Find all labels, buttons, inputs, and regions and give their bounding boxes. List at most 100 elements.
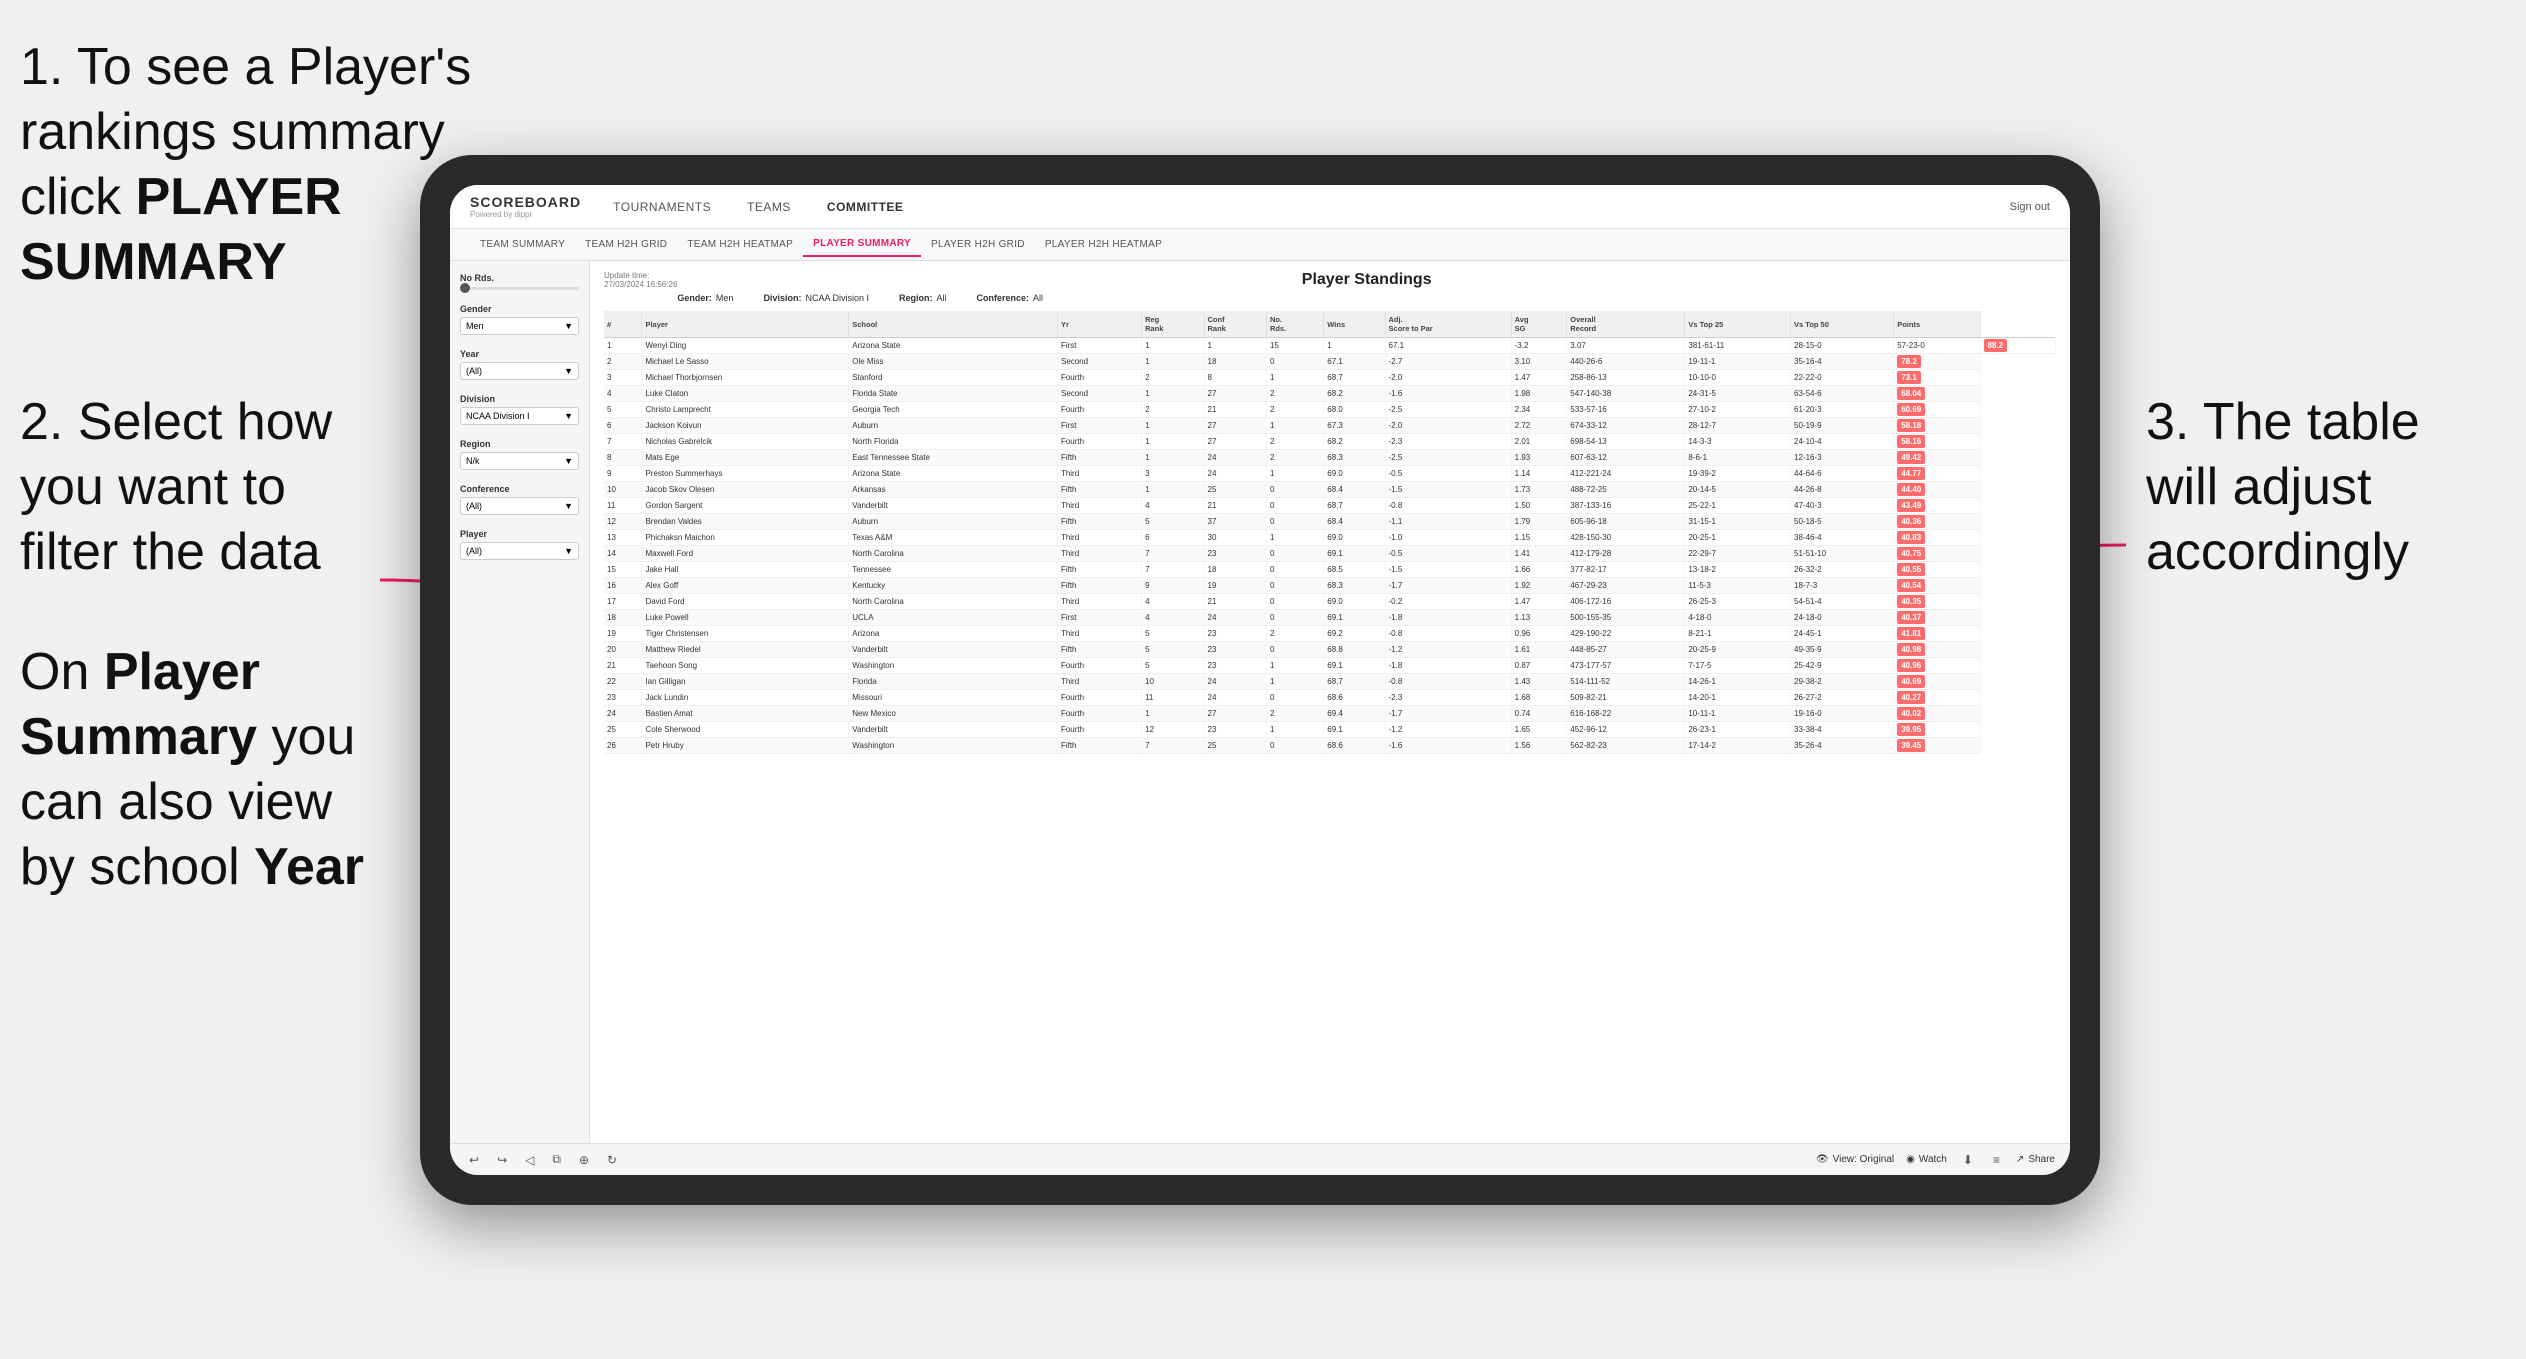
settings-button[interactable]: ≡ xyxy=(1989,1151,2004,1169)
gender-select[interactable]: Men ▼ xyxy=(460,317,579,335)
filter-row: Gender: Men Division: NCAA Division I Re… xyxy=(677,293,2056,303)
conference-filter-value: All xyxy=(1033,293,1043,303)
region-filter-label: Region: xyxy=(899,293,933,303)
col-adj-score: Adj.Score to Par xyxy=(1385,311,1511,338)
share-button[interactable]: ↗ Share xyxy=(2016,1154,2055,1165)
division-filter-value: NCAA Division I xyxy=(805,293,869,303)
back-button[interactable]: ◁ xyxy=(521,1151,538,1169)
table-row: 12Brendan ValdesAuburnFifth537068.4-1.11… xyxy=(604,514,2056,530)
table-row: 13Phichaksn MaichonTexas A&MThird630169.… xyxy=(604,530,2056,546)
col-rank: # xyxy=(604,311,642,338)
no-rds-section: No Rds. xyxy=(460,273,579,290)
col-yr: Yr xyxy=(1057,311,1141,338)
conference-select[interactable]: (All) ▼ xyxy=(460,497,579,515)
dropdown-arrow-division-icon: ▼ xyxy=(564,411,573,421)
table-row: 26Petr HrubyWashingtonFifth725068.6-1.61… xyxy=(604,738,2056,754)
col-reg-rank: RegRank xyxy=(1142,311,1204,338)
view-original-button[interactable]: 👁 View: Original xyxy=(1816,1154,1894,1165)
no-rds-label: No Rds. xyxy=(460,273,579,283)
col-overall: OverallRecord xyxy=(1567,311,1685,338)
instruction-step2: 2. Select how you want to filter the dat… xyxy=(20,390,380,585)
update-date: 27/03/2024 16:56:26 xyxy=(604,280,677,289)
download-button[interactable]: ⬇ xyxy=(1959,1151,1977,1169)
sub-nav-player-summary[interactable]: PLAYER SUMMARY xyxy=(803,232,921,257)
table-header-section: Update time: 27/03/2024 16:56:26 Player … xyxy=(604,271,2056,303)
nav-tournaments[interactable]: TOURNAMENTS xyxy=(605,196,719,218)
col-points: Points xyxy=(1894,311,1980,338)
sub-nav-team-h2h-grid[interactable]: TEAM H2H GRID xyxy=(575,233,677,256)
filter-panel: No Rds. Gender Men ▼ Year xyxy=(450,261,590,1143)
region-select[interactable]: N/k ▼ xyxy=(460,452,579,470)
conference-section: Conference (All) ▼ xyxy=(460,484,579,515)
nav-committee[interactable]: COMMITTEE xyxy=(819,196,912,218)
toolbar-right: 👁 View: Original ◉ Watch ⬇ ≡ ↗ Share xyxy=(1816,1151,2055,1169)
share-icon: ↗ xyxy=(2016,1154,2024,1165)
table-row: 17David FordNorth CarolinaThird421069.0-… xyxy=(604,594,2056,610)
app-header: SCOREBOARD Powered by dippi TOURNAMENTS … xyxy=(450,185,2070,229)
conference-label: Conference xyxy=(460,484,579,494)
share-label: Share xyxy=(2028,1154,2055,1165)
col-wins: Wins xyxy=(1324,311,1385,338)
player-standings-table: # Player School Yr RegRank ConfRank No.R… xyxy=(604,311,2056,754)
table-row: 2Michael Le SassoOle MissSecond118067.1-… xyxy=(604,354,2056,370)
table-row: 20Matthew RiedelVanderbiltFifth523068.8-… xyxy=(604,642,2056,658)
col-vs-top25: Vs Top 25 xyxy=(1685,311,1791,338)
table-row: 21Taehoon SongWashingtonFourth523169.1-1… xyxy=(604,658,2056,674)
table-row: 16Alex GoffKentuckyFifth919068.3-1.71.92… xyxy=(604,578,2056,594)
col-player: Player xyxy=(642,311,849,338)
table-row: 22Ian GilliganFloridaThird1024168.7-0.81… xyxy=(604,674,2056,690)
year-select[interactable]: (All) ▼ xyxy=(460,362,579,380)
col-avg-sg: AvgSG xyxy=(1511,311,1567,338)
tablet-frame: SCOREBOARD Powered by dippi TOURNAMENTS … xyxy=(420,155,2100,1205)
update-time-label: Update time: xyxy=(604,271,677,280)
player-select[interactable]: (All) ▼ xyxy=(460,542,579,560)
conference-filter-label: Conference: xyxy=(977,293,1030,303)
division-select[interactable]: NCAA Division I ▼ xyxy=(460,407,579,425)
sub-nav-team-h2h-heatmap[interactable]: TEAM H2H HEATMAP xyxy=(677,233,803,256)
slider-thumb xyxy=(460,283,470,293)
sign-out-link[interactable]: Sign out xyxy=(2010,201,2050,213)
table-row: 10Jacob Skov OlesenArkansasFifth125068.4… xyxy=(604,482,2056,498)
watch-button[interactable]: ◉ Watch xyxy=(1906,1154,1947,1165)
gender-label: Gender xyxy=(460,304,579,314)
dropdown-arrow-year-icon: ▼ xyxy=(564,366,573,376)
bottom-toolbar: ↩ ↪ ◁ ⧉ ⊕ ↻ 👁 View: Original ◉ Watch ⬇ ≡… xyxy=(450,1143,2070,1175)
sub-nav-player-h2h-grid[interactable]: PLAYER H2H GRID xyxy=(921,233,1035,256)
sub-nav: TEAM SUMMARY TEAM H2H GRID TEAM H2H HEAT… xyxy=(450,229,2070,261)
col-conf-rank: ConfRank xyxy=(1204,311,1266,338)
instruction-bottom: On Player Summary you can also view by s… xyxy=(20,640,380,900)
redo-button[interactable]: ↪ xyxy=(493,1151,511,1169)
nav-teams[interactable]: TEAMS xyxy=(739,196,799,218)
col-vs-top50: Vs Top 50 xyxy=(1791,311,1894,338)
col-school: School xyxy=(849,311,1058,338)
player-label: Player xyxy=(460,529,579,539)
player-standings-title: Player Standings xyxy=(677,271,2056,289)
table-row: 25Cole SherwoodVanderbiltFourth1223169.1… xyxy=(604,722,2056,738)
gender-filter-value: Men xyxy=(716,293,734,303)
view-original-label: View: Original xyxy=(1833,1154,1895,1165)
refresh-button[interactable]: ↻ xyxy=(603,1151,621,1169)
year-section: Year (All) ▼ xyxy=(460,349,579,380)
gender-filter-label: Gender: xyxy=(677,293,712,303)
table-header-row: # Player School Yr RegRank ConfRank No.R… xyxy=(604,311,2056,338)
undo-button[interactable]: ↩ xyxy=(465,1151,483,1169)
table-row: 1Wenyi DingArizona StateFirst1115167.1-3… xyxy=(604,338,2056,354)
link-button[interactable]: ⊕ xyxy=(575,1151,593,1169)
watch-icon: ◉ xyxy=(1906,1154,1915,1165)
sub-nav-team-summary[interactable]: TEAM SUMMARY xyxy=(470,233,575,256)
division-filter-label: Division: xyxy=(763,293,801,303)
sub-nav-player-h2h-heatmap[interactable]: PLAYER H2H HEATMAP xyxy=(1035,233,1172,256)
copy-button[interactable]: ⧉ xyxy=(548,1150,565,1169)
eye-icon: 👁 xyxy=(1816,1154,1829,1165)
gender-section: Gender Men ▼ xyxy=(460,304,579,335)
dropdown-arrow-player-icon: ▼ xyxy=(564,546,573,556)
tablet-screen: SCOREBOARD Powered by dippi TOURNAMENTS … xyxy=(450,185,2070,1175)
year-label: Year xyxy=(460,349,579,359)
update-time-section: Update time: 27/03/2024 16:56:26 xyxy=(604,271,677,289)
table-row: 3Michael ThorbjornsenStanfordFourth28168… xyxy=(604,370,2056,386)
table-row: 11Gordon SargentVanderbiltThird421068.7-… xyxy=(604,498,2056,514)
player-section: Player (All) ▼ xyxy=(460,529,579,560)
no-rds-slider[interactable] xyxy=(460,287,579,290)
logo-text: SCOREBOARD xyxy=(470,194,581,210)
col-no-rds: No.Rds. xyxy=(1266,311,1323,338)
